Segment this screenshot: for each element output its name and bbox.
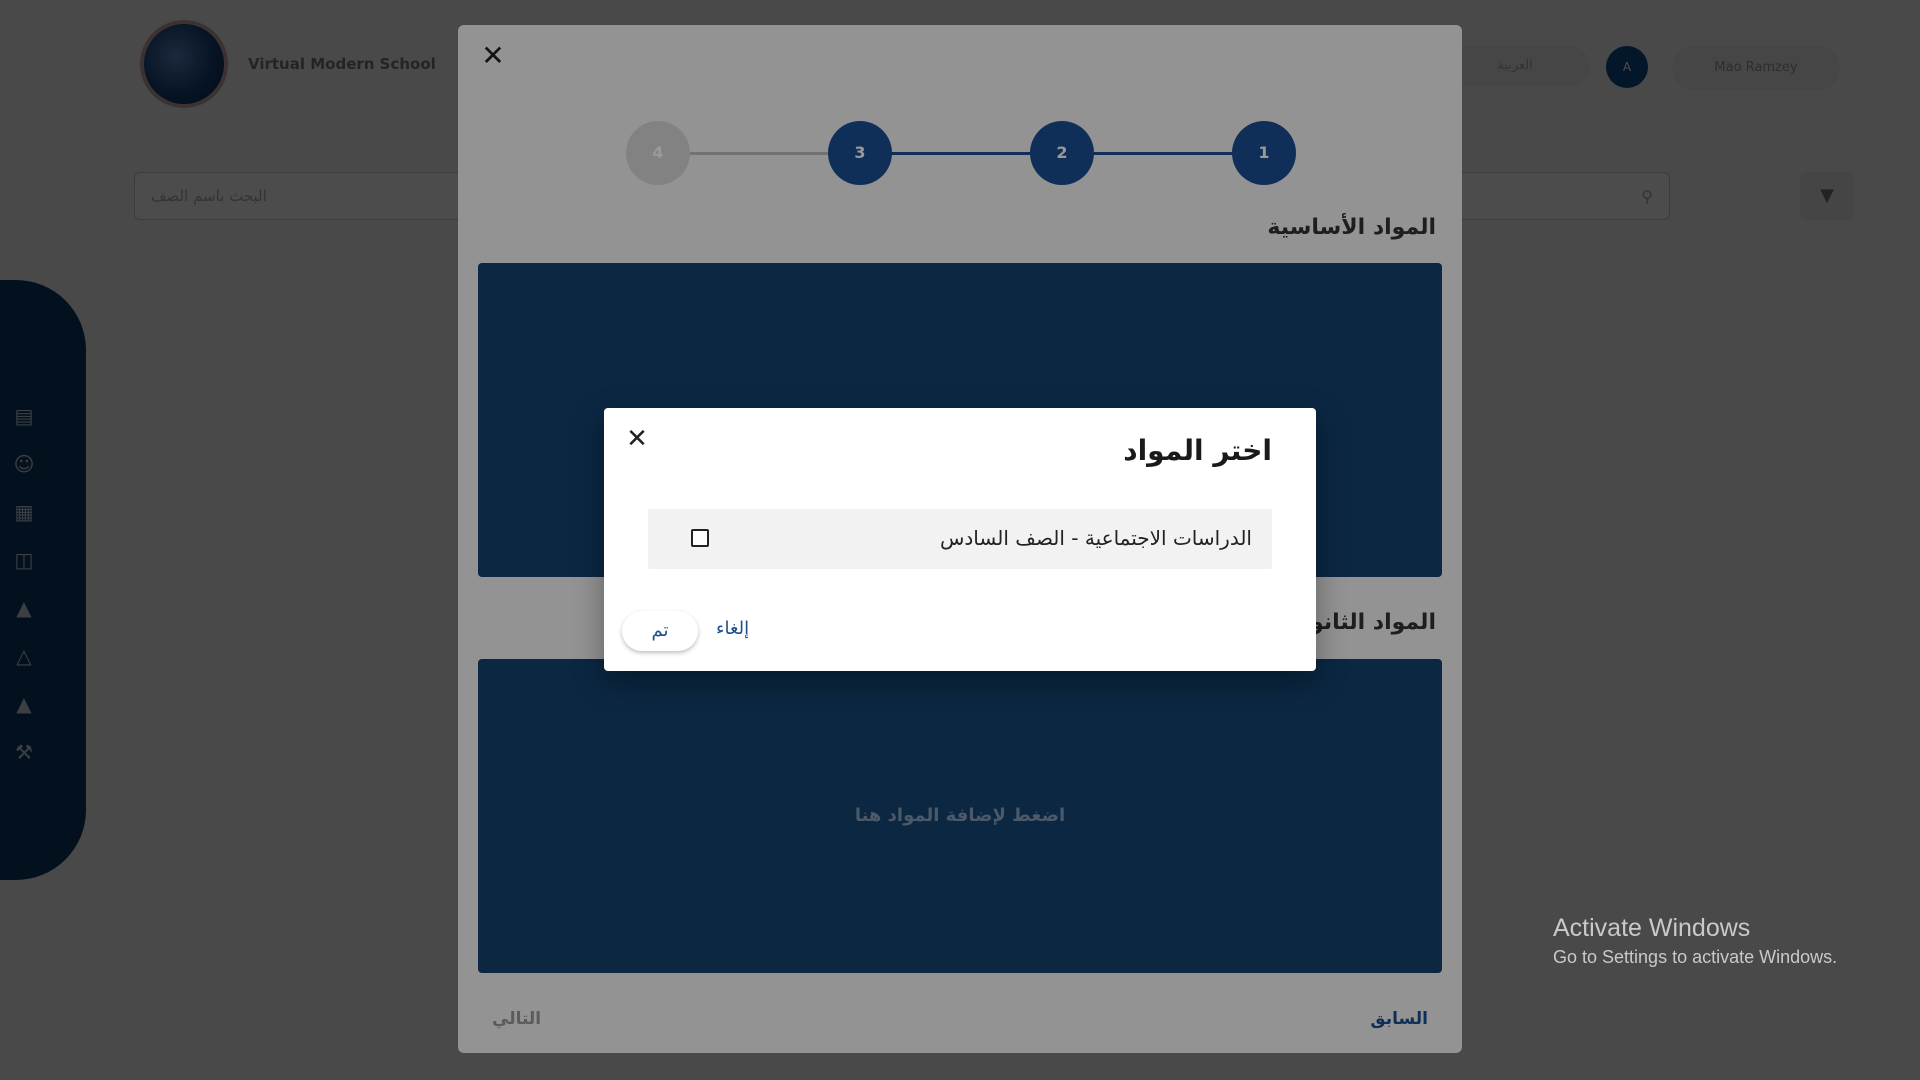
subject-option[interactable]: الدراسات الاجتماعية - الصف السادس [648, 509, 1272, 569]
done-button[interactable]: تم [622, 611, 698, 651]
cancel-button[interactable]: إلغاء [716, 618, 749, 639]
subject-checkbox[interactable] [691, 529, 709, 547]
subject-option-label: الدراسات الاجتماعية - الصف السادس [939, 526, 1252, 550]
watermark-title: Activate Windows [1553, 914, 1751, 942]
watermark-subtitle: Go to Settings to activate Windows. [1553, 947, 1838, 967]
windows-activation-watermark: Activate Windows Go to Settings to activ… [1553, 914, 1837, 968]
dialog-title: اختر المواد [1123, 434, 1272, 467]
select-subjects-dialog: ✕ اختر المواد الدراسات الاجتماعية - الصف… [604, 408, 1316, 671]
close-icon[interactable]: ✕ [620, 422, 654, 456]
